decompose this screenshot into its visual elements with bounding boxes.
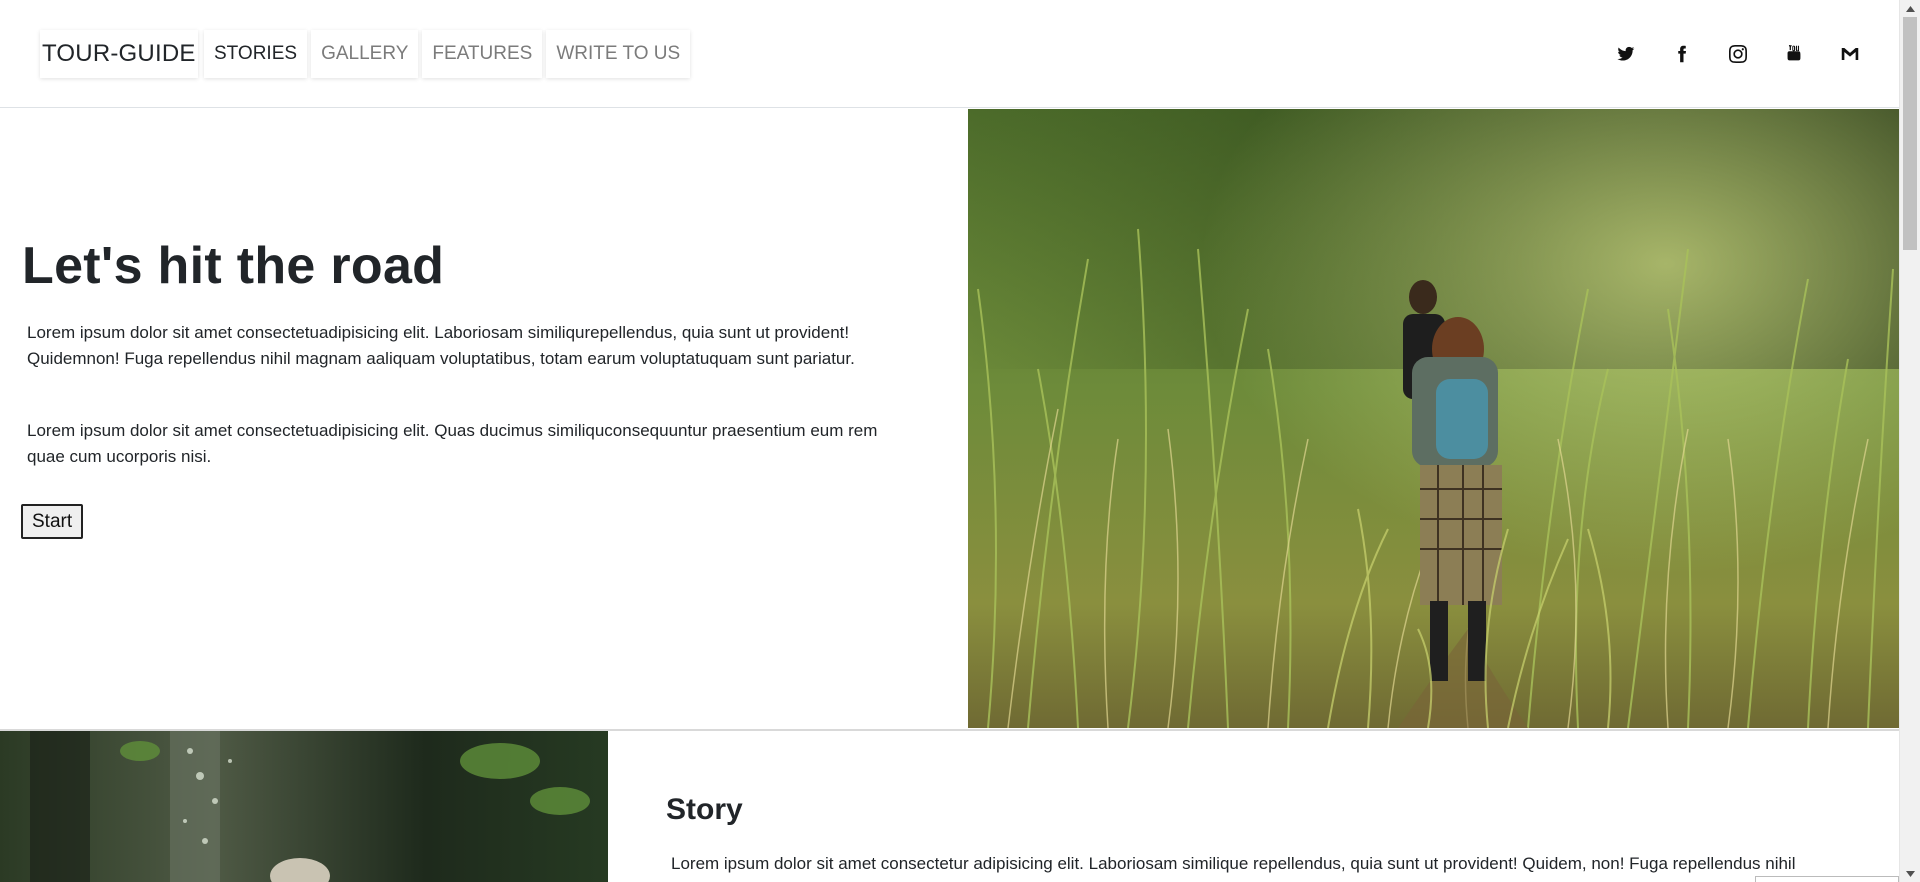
brand-logo[interactable]: TOUR-GUIDE [40,30,198,78]
nav-item-gallery[interactable]: GALLERY [311,30,419,78]
youtube-icon[interactable] [1780,40,1808,68]
hero-paragraph-1: Lorem ipsum dolor sit amet consectetuadi… [27,320,927,372]
scroll-up-arrow-icon[interactable] [1900,0,1920,17]
story-image [0,731,608,882]
instagram-icon[interactable] [1724,40,1752,68]
hero-paragraph-2-line-1: Lorem ipsum dolor sit amet consectetuadi… [27,421,878,440]
gmail-icon[interactable] [1836,40,1864,68]
site-header: TOUR-GUIDE STORIES GALLERY FEATURES WRIT… [0,0,1899,108]
story-paragraph: Lorem ipsum dolor sit amet consectetur a… [671,854,1796,873]
nav-item-write-to-us[interactable]: WRITE TO US [546,30,691,78]
scroll-down-arrow-icon[interactable] [1900,865,1920,882]
hero-image [968,109,1899,728]
page: TOUR-GUIDE STORIES GALLERY FEATURES WRIT… [0,0,1899,882]
bottom-widget [1755,876,1899,882]
story-title: Story [666,793,743,826]
nav-item-stories[interactable]: STORIES [204,30,308,78]
social-links [1612,40,1864,68]
hero-paragraph-1-line-1: Lorem ipsum dolor sit amet consectetuadi… [27,323,850,342]
hero-paragraph-2-line-2: quae cum ucorporis nisi. [27,447,212,466]
hero-paragraph-2: Lorem ipsum dolor sit amet consectetuadi… [27,418,927,470]
vertical-scrollbar[interactable] [1899,0,1920,882]
scrollbar-thumb[interactable] [1903,17,1917,250]
main-nav: STORIES GALLERY FEATURES WRITE TO US [204,30,691,78]
hero-paragraph-1-line-2: Quidemnon! Fuga repellendus nihil magnam… [27,349,855,368]
start-button[interactable]: Start [21,504,84,539]
nav-item-features[interactable]: FEATURES [422,30,543,78]
twitter-icon[interactable] [1612,40,1640,68]
hero-title: Let's hit the road [22,237,445,295]
facebook-icon[interactable] [1668,40,1696,68]
